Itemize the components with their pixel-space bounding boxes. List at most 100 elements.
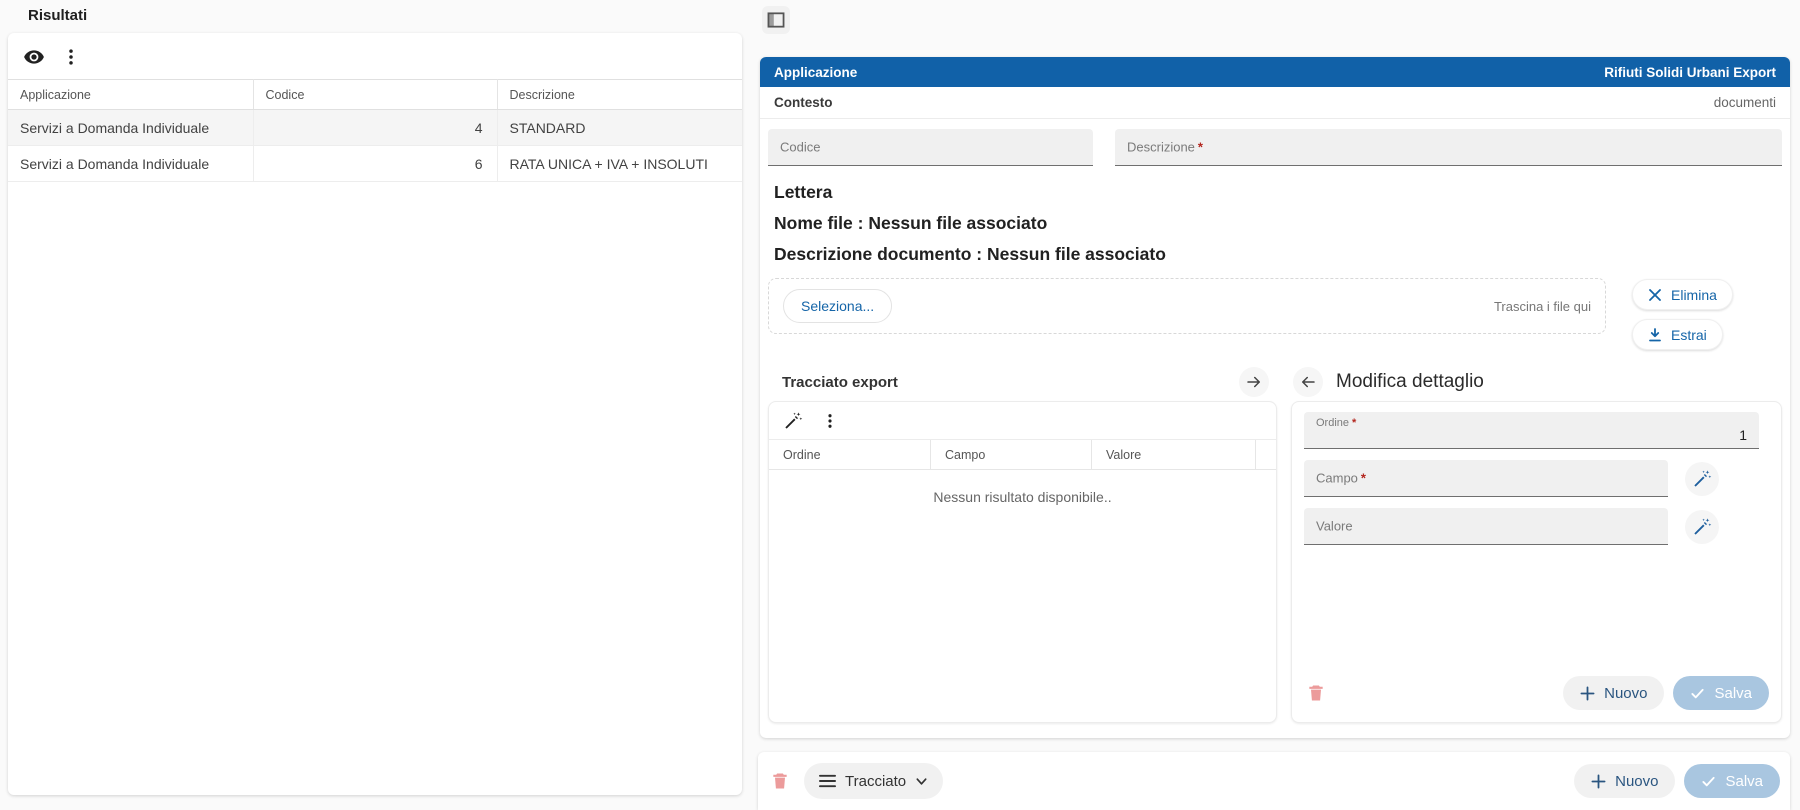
tracciato-table-header: Ordine Campo Valore [769, 440, 1276, 470]
cell-codice: 4 [253, 110, 497, 146]
edit-detail-section: Modifica dettaglio Ordine* 1 Campo* [1291, 363, 1782, 738]
autofill-button[interactable] [783, 411, 803, 431]
application-label: Applicazione [774, 65, 857, 80]
valore-field-placeholder: Valore [1316, 519, 1353, 534]
cell-applicazione: Servizi a Domanda Individuale [8, 146, 253, 182]
results-table-header: Applicazione Codice Descrizione [8, 80, 742, 110]
magic-wand-icon [1692, 517, 1712, 537]
split-view-toggle-button[interactable] [762, 6, 790, 34]
column-header-valore: Valore [1092, 440, 1256, 469]
ordine-field[interactable]: Ordine* 1 [1304, 412, 1759, 449]
cell-descrizione: STANDARD [497, 110, 742, 146]
upload-actions: Elimina Estrai [1632, 278, 1782, 350]
save-document-label: Salva [1725, 773, 1763, 790]
new-detail-button[interactable]: Nuovo [1563, 676, 1664, 710]
empty-results-message: Nessun risultato disponibile.. [769, 470, 1276, 505]
tracciato-export-section: Tracciato export [768, 363, 1277, 738]
application-header-bar: Applicazione Rifiuti Solidi Urbani Expor… [760, 57, 1790, 87]
tracciato-menu-button[interactable] [821, 412, 839, 430]
new-document-label: Nuovo [1615, 773, 1658, 790]
hamburger-menu-icon [819, 774, 836, 788]
file-dropzone[interactable]: Seleziona... Trascina i file qui [768, 278, 1606, 334]
tracciato-dropdown-button[interactable]: Tracciato [804, 763, 943, 799]
new-document-button[interactable]: Nuovo [1574, 764, 1675, 798]
results-panel-title: Risultati [28, 7, 87, 24]
document-info-block: Lettera Nome file : Nessun file associat… [760, 168, 1790, 272]
cell-applicazione: Servizi a Domanda Individuale [8, 110, 253, 146]
context-value: documenti [1714, 95, 1776, 110]
close-icon [1648, 288, 1662, 302]
chevron-down-icon [915, 775, 928, 788]
select-file-button[interactable]: Seleziona... [783, 289, 892, 323]
detail-actions: Nuovo Salva [1304, 676, 1769, 712]
descrizione-field-placeholder: Descrizione* [1127, 140, 1203, 155]
table-row[interactable]: Servizi a Domanda Individuale 4 STANDARD [8, 110, 742, 146]
context-label: Contesto [774, 95, 833, 110]
table-row[interactable]: Servizi a Domanda Individuale 6 RATA UNI… [8, 146, 742, 182]
cell-codice: 6 [253, 146, 497, 182]
column-header-campo: Campo [931, 440, 1092, 469]
campo-picker-button[interactable] [1685, 462, 1719, 496]
ordine-field-label: Ordine* [1316, 417, 1356, 429]
valore-picker-button[interactable] [1685, 510, 1719, 544]
cell-descrizione: RATA UNICA + IVA + INSOLUTI [497, 146, 742, 182]
plus-icon [1580, 686, 1595, 701]
codice-field[interactable]: Codice [768, 129, 1093, 166]
descrizione-field[interactable]: Descrizione* [1115, 129, 1782, 166]
code-description-fields: Codice Descrizione* [760, 119, 1790, 168]
document-type-text: Lettera [774, 177, 1776, 208]
valore-field[interactable]: Valore [1304, 508, 1668, 545]
check-icon [1690, 686, 1705, 701]
save-detail-label: Salva [1714, 685, 1752, 702]
trash-icon [1306, 683, 1326, 703]
column-header-codice: Codice [253, 80, 497, 110]
expand-section-button[interactable] [1239, 367, 1269, 397]
footer-action-bar: Tracciato Nuovo Salva [758, 752, 1790, 810]
drag-files-hint: Trascina i file qui [1494, 299, 1591, 314]
file-description-text: Descrizione documento : Nessun file asso… [774, 239, 1776, 270]
results-table: Applicazione Codice Descrizione Servizi … [8, 79, 742, 182]
delete-file-label: Elimina [1671, 287, 1717, 303]
document-card: Applicazione Rifiuti Solidi Urbani Expor… [760, 57, 1790, 738]
campo-field-row: Campo* [1304, 460, 1769, 497]
results-menu-button[interactable] [61, 47, 81, 67]
save-document-button[interactable]: Salva [1684, 764, 1780, 798]
application-value: Rifiuti Solidi Urbani Export [1604, 65, 1776, 80]
tracciato-dropdown-label: Tracciato [845, 773, 906, 790]
results-toolbar [8, 33, 742, 79]
campo-field-placeholder: Campo* [1316, 471, 1366, 486]
results-panel: Risultati Applicazione Codice Descrizion… [0, 0, 748, 810]
column-header-extra [1256, 440, 1276, 469]
column-header-applicazione: Applicazione [8, 80, 253, 110]
arrow-right-icon [1245, 373, 1263, 391]
codice-field-placeholder: Codice [780, 140, 820, 155]
file-name-text: Nome file : Nessun file associato [774, 208, 1776, 239]
required-asterisk: * [1198, 140, 1203, 155]
trash-icon [770, 771, 790, 791]
extract-file-button[interactable]: Estrai [1632, 319, 1723, 350]
eye-icon [23, 46, 45, 68]
upload-row: Seleziona... Trascina i file qui Elimina… [760, 272, 1790, 350]
plus-icon [1591, 774, 1606, 789]
edit-detail-title: Modifica dettaglio [1336, 371, 1484, 393]
extract-file-label: Estrai [1671, 327, 1707, 343]
tracciato-export-card: Ordine Campo Valore Nessun risultato dis… [768, 401, 1277, 723]
delete-detail-button[interactable] [1306, 683, 1326, 703]
delete-document-button[interactable] [770, 771, 790, 791]
required-asterisk: * [1352, 417, 1356, 429]
arrow-left-icon [1299, 373, 1317, 391]
detail-panel: Applicazione Rifiuti Solidi Urbani Expor… [748, 0, 1800, 810]
column-header-descrizione: Descrizione [497, 80, 742, 110]
kebab-menu-icon [61, 47, 81, 67]
preview-button[interactable] [23, 46, 45, 68]
delete-file-button[interactable]: Elimina [1632, 279, 1733, 310]
back-button[interactable] [1293, 367, 1323, 397]
split-view-icon [767, 12, 785, 28]
sections-row: Tracciato export [760, 350, 1790, 738]
campo-field[interactable]: Campo* [1304, 460, 1668, 497]
tracciato-export-title: Tracciato export [782, 374, 1239, 391]
context-row: Contesto documenti [760, 87, 1790, 119]
edit-detail-header: Modifica dettaglio [1291, 363, 1782, 401]
save-detail-button[interactable]: Salva [1673, 676, 1769, 710]
column-header-ordine: Ordine [769, 440, 931, 469]
